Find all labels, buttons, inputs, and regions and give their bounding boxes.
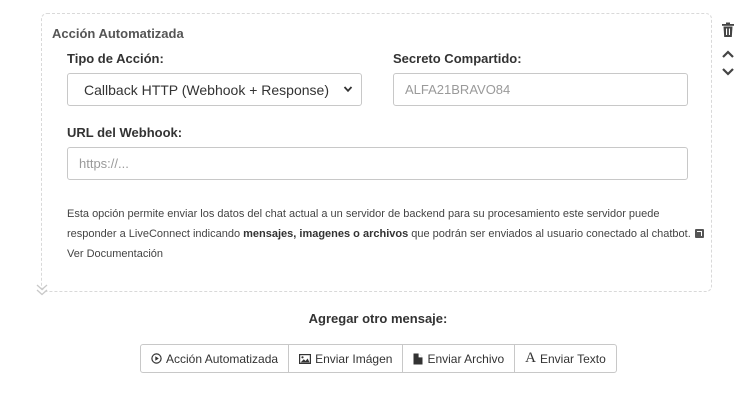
webhook-url-placeholder: https://... xyxy=(79,156,129,171)
chevron-up-icon[interactable] xyxy=(721,49,735,59)
card-title: Acción Automatizada xyxy=(52,26,184,41)
shared-secret-value: ALFA21BRAVO84 xyxy=(405,82,511,97)
send-text-label: Enviar Texto xyxy=(540,351,606,366)
documentation-link[interactable]: Ver Documentación xyxy=(67,248,163,260)
file-icon xyxy=(413,353,423,365)
send-file-button[interactable]: Enviar Archivo xyxy=(403,345,516,372)
play-circle-icon xyxy=(151,353,162,364)
help-text: Esta opción permite enviar los datos del… xyxy=(67,204,707,264)
webhook-url-input[interactable]: https://... xyxy=(67,147,688,180)
add-message-title: Agregar otro mensaje: xyxy=(308,311,448,326)
help-text-outro: que podrán ser enviados al usuario conec… xyxy=(408,228,694,240)
add-automated-action-label: Acción Automatizada xyxy=(166,351,279,366)
external-link-icon[interactable] xyxy=(694,229,704,238)
image-icon xyxy=(299,353,312,364)
add-automated-action-button[interactable]: Acción Automatizada xyxy=(141,345,290,372)
action-type-select[interactable]: Callback HTTP (Webhook + Response) xyxy=(67,73,362,106)
shared-secret-label: Secreto Compartido: xyxy=(393,51,522,66)
chevron-down-icon[interactable] xyxy=(721,67,735,77)
trash-icon[interactable] xyxy=(721,22,735,38)
shared-secret-input[interactable]: ALFA21BRAVO84 xyxy=(393,73,688,106)
action-type-label: Tipo de Acción: xyxy=(67,51,164,66)
webhook-url-label: URL del Webhook: xyxy=(67,125,183,140)
send-image-label: Enviar Imágen xyxy=(315,351,393,366)
action-type-value: Callback HTTP (Webhook + Response) xyxy=(84,81,329,98)
send-text-button[interactable]: A Enviar Texto xyxy=(515,345,616,372)
send-file-label: Enviar Archivo xyxy=(427,351,505,366)
chevron-down-icon xyxy=(343,86,353,93)
send-image-button[interactable]: Enviar Imágen xyxy=(289,345,404,372)
double-chevron-down-icon[interactable] xyxy=(35,283,49,297)
text-icon: A xyxy=(525,350,536,366)
add-message-button-group: Acción Automatizada Enviar Imágen Enviar… xyxy=(140,344,617,373)
help-text-bold: mensajes, imagenes o archivos xyxy=(243,228,409,240)
